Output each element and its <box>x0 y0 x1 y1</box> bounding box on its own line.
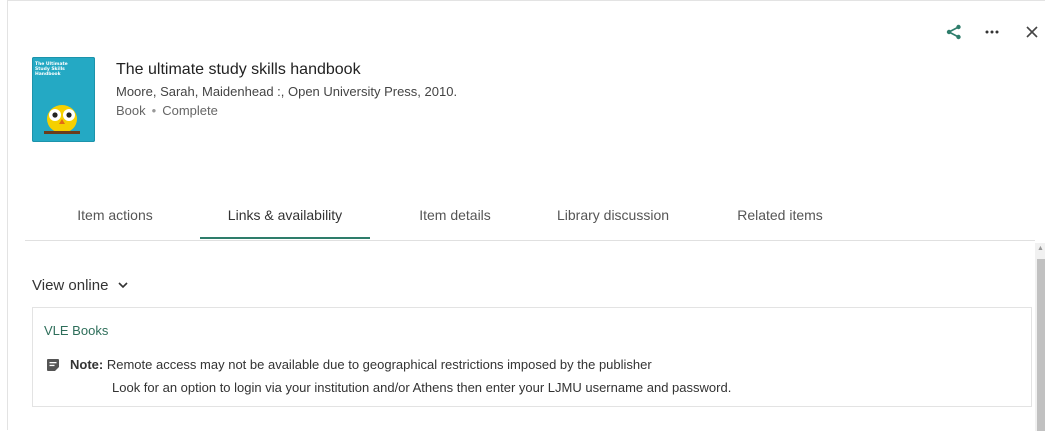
content-scrollbar[interactable]: ▲ <box>1035 243 1045 431</box>
tab-links-availability[interactable]: Links & availability <box>200 196 370 239</box>
resource-type: Book <box>116 103 146 118</box>
view-online-heading[interactable]: View online <box>32 277 129 294</box>
share-icon[interactable] <box>941 19 967 45</box>
tab-item-details[interactable]: Item details <box>405 196 505 239</box>
record-title[interactable]: The ultimate study skills handbook <box>116 61 361 79</box>
scroll-up-arrow-icon[interactable]: ▲ <box>1037 245 1044 252</box>
record-tabs: Item actions Links & availability Item d… <box>25 196 1035 241</box>
tab-library-discussion[interactable]: Library discussion <box>547 196 679 239</box>
more-options-icon[interactable] <box>979 19 1005 45</box>
close-icon[interactable] <box>1019 19 1045 45</box>
separator-dot: • <box>151 103 157 118</box>
record-type-line: Book • Complete <box>116 103 218 118</box>
note-icon <box>47 359 59 371</box>
record-creator-publication: Moore, Sarah, Maidenhead :, Open Univers… <box>116 84 458 99</box>
book-cover-thumbnail[interactable]: The Ultimate Study Skills Handbook <box>32 57 95 142</box>
note-line-1: Note: Remote access may not be available… <box>70 357 652 372</box>
panel-actions <box>941 19 1045 45</box>
online-access-box: VLE Books Note: Remote access may not be… <box>32 307 1032 407</box>
record-panel: The Ultimate Study Skills Handbook The u… <box>7 0 1045 431</box>
note-label: Note: <box>70 357 104 372</box>
cover-title-text: The Ultimate Study Skills Handbook <box>35 62 68 77</box>
view-online-label: View online <box>32 277 109 294</box>
tab-related-items[interactable]: Related items <box>725 196 835 239</box>
scrollbar-thumb[interactable] <box>1037 259 1045 431</box>
tab-item-actions[interactable]: Item actions <box>63 196 167 239</box>
chevron-down-icon <box>118 282 129 289</box>
note-line-2: Look for an option to login via your ins… <box>112 380 732 395</box>
availability-status: Complete <box>162 103 218 118</box>
note-text: Remote access may not be available due t… <box>106 357 652 372</box>
owl-illustration <box>44 105 80 134</box>
vle-books-link[interactable]: VLE Books <box>44 323 108 338</box>
